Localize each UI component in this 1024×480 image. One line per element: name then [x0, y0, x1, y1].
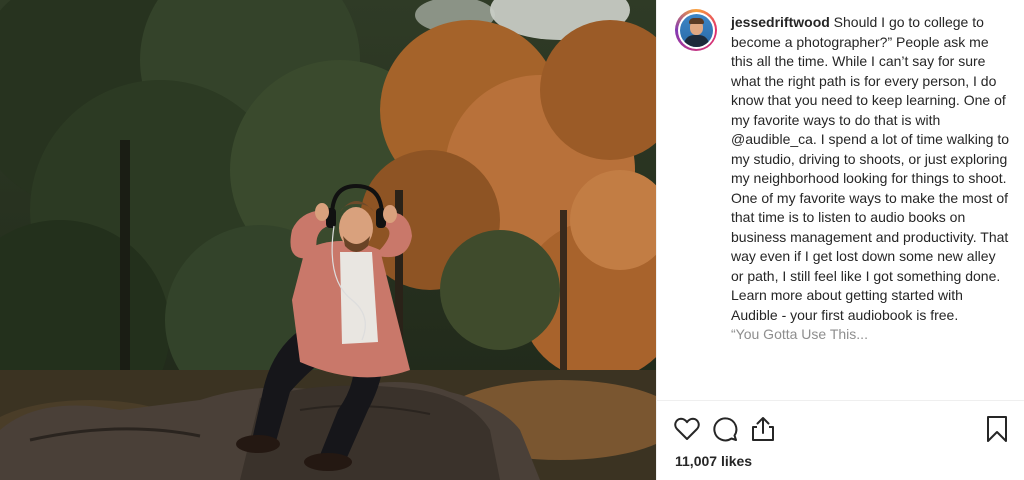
avatar-shirt	[683, 34, 709, 47]
post-photo[interactable]	[0, 0, 656, 480]
share-button[interactable]	[749, 415, 777, 443]
username-link[interactable]: jessedriftwood	[731, 14, 830, 30]
avatar[interactable]	[679, 13, 713, 47]
post-side-panel: jessedriftwood Should I go to college to…	[656, 0, 1024, 480]
bookmark-icon	[987, 416, 1007, 442]
heart-icon	[674, 417, 700, 440]
avatar-hair	[688, 17, 704, 24]
post-actions: 11,007 likes	[657, 400, 1024, 480]
profile-avatar-ring[interactable]	[675, 9, 717, 51]
comment-icon	[713, 417, 738, 442]
share-icon	[752, 417, 774, 441]
save-button[interactable]	[983, 415, 1011, 443]
caption-text: Should I go to college to become a photo…	[731, 14, 1013, 323]
avatar-border	[677, 11, 715, 49]
post-caption: jessedriftwood Should I go to college to…	[731, 13, 1011, 345]
like-button[interactable]	[673, 415, 701, 443]
comment-button[interactable]	[711, 415, 739, 443]
instagram-post: jessedriftwood Should I go to college to…	[0, 0, 1024, 480]
photo-illustration	[0, 0, 656, 480]
caption-continued: “You Gotta Use This...	[731, 326, 868, 342]
likes-count[interactable]: 11,007 likes	[675, 453, 752, 469]
caption-area: jessedriftwood Should I go to college to…	[657, 0, 1024, 400]
